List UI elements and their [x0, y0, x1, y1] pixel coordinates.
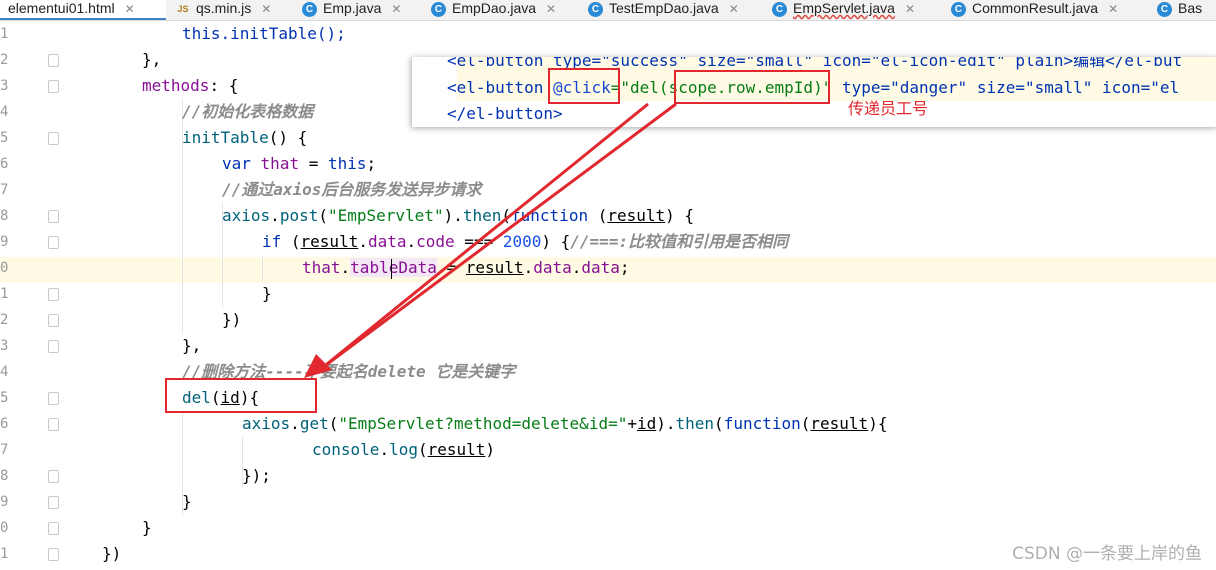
arrow-head-icon [304, 354, 332, 378]
arrow-line [321, 102, 677, 370]
watermark: CSDN @一条要上岸的鱼 [1012, 544, 1202, 564]
annotation-arrows [304, 102, 677, 378]
arrow-line [321, 102, 649, 370]
